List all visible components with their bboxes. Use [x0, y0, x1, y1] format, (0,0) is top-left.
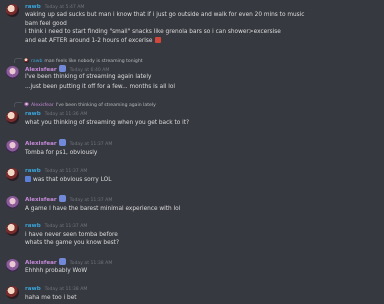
message-line: ...just been putting it off for a few...…: [25, 84, 176, 90]
avatar[interactable]: [6, 168, 19, 181]
avatar[interactable]: [6, 66, 19, 79]
message-line: whats the game you know best?: [25, 240, 120, 246]
chat-log: rawb Today at 5:47 AM waking up sad suck…: [0, 0, 384, 304]
author-name[interactable]: rawb: [25, 4, 41, 10]
message-line: bam feel good: [25, 20, 67, 27]
message-header: rawb Today at 11:37 AM: [25, 167, 87, 176]
role-badge-icon: [58, 139, 66, 146]
reply-text[interactable]: man feels like nobody is streaming tonig…: [44, 59, 142, 64]
author-name[interactable]: rawb: [25, 168, 41, 174]
role-badge-icon: [58, 195, 66, 202]
message-header: Alexisfear Today at 11:37 AM: [25, 195, 112, 205]
emoji-icon: [154, 36, 161, 43]
timestamp: Today at 11:37 AM: [69, 198, 113, 203]
message-line: A game I have the barest minimal experie…: [25, 205, 181, 212]
reply-author[interactable]: rawb: [31, 59, 42, 64]
message-line: and eat AFTER around 1-2 hours of exceri…: [25, 37, 153, 44]
reply-line-icon: [14, 102, 22, 107]
timestamp: Today at 5:47 AM: [44, 5, 85, 10]
message-line-row: and eat AFTER around 1-2 hours of exceri…: [25, 36, 161, 46]
timestamp: Today at 11:37 AM: [44, 169, 88, 174]
reply-preview[interactable]: Alexisfear I've been thinking of streamin…: [14, 102, 156, 109]
timestamp: Today at 11:36 AM: [44, 112, 88, 117]
reply-line-icon: [14, 58, 22, 63]
avatar[interactable]: [6, 286, 19, 299]
emoji-icon: [25, 176, 31, 182]
message-line: haha me too i bet: [25, 294, 77, 301]
reply-avatar: [24, 58, 29, 63]
message-line: I've been thinking of streaming again la…: [25, 74, 152, 80]
author-name[interactable]: Alexisfear: [25, 141, 57, 147]
message-line-row: was that obvious sorry LOL: [25, 176, 111, 185]
reply-avatar: [24, 102, 29, 107]
avatar[interactable]: [6, 4, 19, 17]
avatar[interactable]: [6, 223, 19, 236]
avatar[interactable]: [6, 196, 19, 209]
timestamp: Today at 11:37 AM: [69, 142, 113, 147]
role-badge-icon: [58, 258, 66, 265]
message-line: Ehhhh probably WoW: [25, 267, 88, 274]
reply-author[interactable]: Alexisfear: [31, 103, 54, 108]
author-name[interactable]: rawb: [25, 223, 41, 229]
author-name[interactable]: rawb: [25, 286, 41, 292]
avatar[interactable]: [6, 111, 19, 124]
role-badge-icon: [58, 65, 66, 72]
message-line: Tomba for ps1, obviously: [25, 149, 98, 156]
timestamp: Today at 11:38 AM: [69, 261, 113, 266]
author-name[interactable]: rawb: [25, 111, 41, 117]
message-line: was that obvious sorry LOL: [33, 177, 112, 183]
avatar[interactable]: [6, 140, 19, 153]
avatar[interactable]: [6, 259, 19, 272]
message-line: i think i need to start finding "small" …: [25, 29, 281, 36]
message-line: waking up sad sucks but man i know that …: [25, 12, 305, 18]
reply-text[interactable]: I've been thinking of streaming again la…: [56, 103, 156, 108]
message-line: i have never seen tomba before: [25, 231, 118, 238]
timestamp: Today at 11:38 AM: [44, 287, 88, 292]
reply-preview[interactable]: rawb man feels like nobody is streaming t…: [14, 58, 143, 65]
author-name[interactable]: Alexisfear: [25, 197, 57, 203]
author-name[interactable]: Alexisfear: [25, 260, 57, 266]
message-header: Alexisfear Today at 11:37 AM: [25, 139, 112, 149]
timestamp: Today at 11:37 AM: [44, 224, 88, 229]
message-line: what you thinking of streaming when you …: [25, 119, 190, 126]
